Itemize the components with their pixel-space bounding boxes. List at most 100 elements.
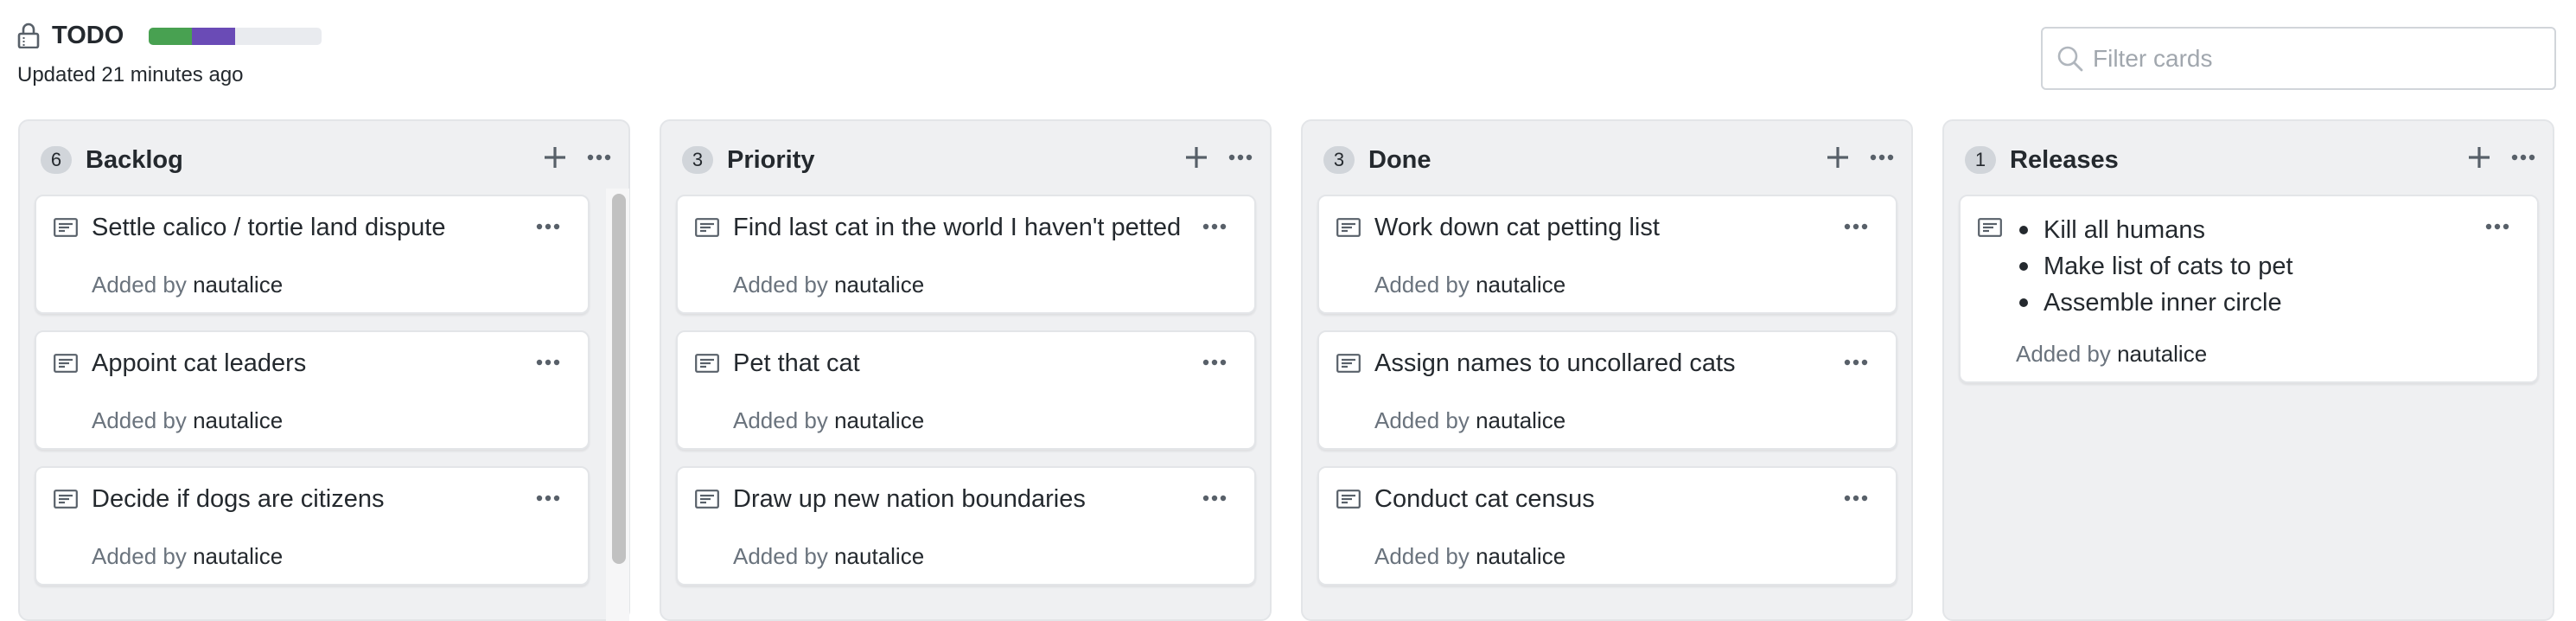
card-menu-button[interactable] [536,356,560,368]
search-icon [2057,46,2083,72]
column-header: 1 Releases [1944,121,2553,195]
note-icon [1336,354,1361,373]
card-author-link[interactable]: nautalice [834,407,924,433]
column-name[interactable]: Priority [727,144,815,176]
bullet-icon [2019,226,2028,234]
column-header: 3 Priority [661,121,1270,195]
card-author-link[interactable]: nautalice [1476,543,1565,569]
card-menu-button[interactable] [1202,221,1227,233]
column-done: 3 Done Work down cat petting list Added by … [1301,119,1913,621]
card-added-by: Added by nautalice [733,407,924,434]
card-note-text: Assemble inner circle [2044,289,2282,317]
card-added-by: Added by nautalice [2016,340,2207,368]
column-menu-button[interactable] [1870,150,1894,164]
column-card-count: 3 [682,146,713,174]
card-note-text: Kill all humans [2044,216,2205,244]
project-card[interactable]: Settle calico / tortie land dispute Added… [35,195,590,314]
project-card[interactable]: Pet that cat Added by nautalice [676,330,1256,450]
add-card-button[interactable] [1184,145,1208,170]
card-author-link[interactable]: nautalice [834,272,924,298]
added-by-label: Added by [1374,272,1476,298]
column-header: 3 Done [1303,121,1911,195]
progress-segment-in-progress [192,28,235,45]
progress-segment-done [149,28,192,45]
card-author-link[interactable]: nautalice [193,543,283,569]
card-added-by: Added by nautalice [92,407,283,434]
filter-cards-field[interactable] [2041,27,2556,90]
card-added-by: Added by nautalice [733,542,924,570]
card-note-list-item: Make list of cats to pet [2016,248,2293,285]
card-author-link[interactable]: nautalice [2117,341,2207,367]
card-author-link[interactable]: nautalice [834,543,924,569]
note-icon [54,218,78,237]
card-title: Appoint cat leaders [92,349,307,377]
card-added-by: Added by nautalice [1374,271,1565,298]
note-icon [54,490,78,509]
card-note-list-item: Assemble inner circle [2016,285,2293,321]
project-card[interactable]: Kill all humans Make list of cats to pet A… [1959,195,2539,383]
add-card-button[interactable] [543,145,567,170]
project-progress-bar [149,28,322,45]
project-card[interactable]: Appoint cat leaders Added by nautalice [35,330,590,450]
column-menu-button[interactable] [1228,150,1253,164]
added-by-label: Added by [733,543,835,569]
card-added-by: Added by nautalice [733,271,924,298]
card-menu-button[interactable] [536,492,560,504]
added-by-label: Added by [92,272,194,298]
add-card-button[interactable] [2467,145,2491,170]
added-by-label: Added by [1374,407,1476,433]
column-menu-button[interactable] [587,150,611,164]
scrollbar-thumb[interactable] [612,194,626,564]
card-title: Settle calico / tortie land dispute [92,214,446,241]
card-menu-button[interactable] [1844,356,1868,368]
note-icon [1336,490,1361,509]
column-card-count: 3 [1323,146,1355,174]
column-name[interactable]: Releases [2010,144,2119,176]
project-card[interactable]: Conduct cat census Added by nautalice [1317,466,1897,586]
card-title: Decide if dogs are citizens [92,485,385,513]
card-menu-button[interactable] [536,221,560,233]
card-author-link[interactable]: nautalice [1476,272,1565,298]
add-card-button[interactable] [1826,145,1850,170]
bullet-icon [2019,262,2028,271]
card-menu-button[interactable] [1202,356,1227,368]
card-added-by: Added by nautalice [1374,542,1565,570]
card-menu-button[interactable] [1844,221,1868,233]
card-title: Draw up new nation boundaries [733,485,1086,513]
column-scrollbar[interactable] [606,189,629,621]
card-note-list: Kill all humans Make list of cats to pet A… [2016,212,2293,321]
card-author-link[interactable]: nautalice [193,272,283,298]
card-menu-button[interactable] [1844,492,1868,504]
column-name[interactable]: Backlog [86,144,183,176]
added-by-label: Added by [733,272,835,298]
card-author-link[interactable]: nautalice [193,407,283,433]
project-card[interactable]: Decide if dogs are citizens Added by naut… [35,466,590,586]
column-card-count: 1 [1965,146,1996,174]
note-icon [695,218,719,237]
card-note-list-item: Kill all humans [2016,212,2293,248]
column-menu-button[interactable] [2511,150,2535,164]
added-by-label: Added by [2016,341,2118,367]
card-menu-button[interactable] [2485,221,2509,233]
project-title[interactable]: TODO [52,21,124,50]
note-icon [695,490,719,509]
note-icon [1336,218,1361,237]
project-card[interactable]: Find last cat in the world I haven't pet… [676,195,1256,314]
card-added-by: Added by nautalice [92,271,283,298]
project-card[interactable]: Draw up new nation boundaries Added by na… [676,466,1256,586]
card-title: Assign names to uncollared cats [1374,349,1736,377]
column-backlog: 6 Backlog Settle calico / tortie land disp… [18,119,630,621]
card-title: Conduct cat census [1374,485,1595,513]
project-card[interactable]: Assign names to uncollared cats Added by … [1317,330,1897,450]
filter-cards-input[interactable] [2093,29,2542,88]
card-note-text: Make list of cats to pet [2044,253,2293,280]
note-icon [695,354,719,373]
project-card[interactable]: Work down cat petting list Added by nauta… [1317,195,1897,314]
project-header: TODO Updated 21 minutes ago [0,0,2576,112]
added-by-label: Added by [1374,543,1476,569]
card-menu-button[interactable] [1202,492,1227,504]
column-header: 6 Backlog [20,121,628,195]
column-name[interactable]: Done [1368,144,1431,176]
card-added-by: Added by nautalice [92,542,283,570]
card-author-link[interactable]: nautalice [1476,407,1565,433]
